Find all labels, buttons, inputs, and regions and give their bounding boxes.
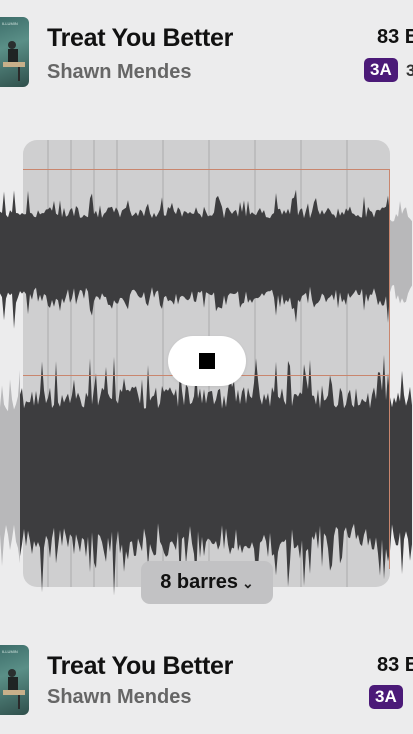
album-art: ILLUMIN	[0, 17, 29, 87]
track-bpm: 83 B	[377, 26, 413, 48]
bars-label: 8 barres	[160, 571, 239, 593]
svg-text:ILLUMIN: ILLUMIN	[2, 21, 18, 26]
stop-icon	[199, 353, 215, 369]
waveform-band	[20, 354, 412, 595]
chevron-down-icon: ⌄	[242, 575, 254, 591]
waveform-band	[390, 201, 412, 304]
album-art: ILLUMIN	[0, 645, 29, 715]
svg-text:ILLUMIN: ILLUMIN	[2, 649, 18, 654]
key-badge-trailing: 3	[406, 61, 413, 80]
track-title: Treat You Better	[47, 24, 233, 52]
track-artist: Shawn Mendes	[47, 686, 192, 708]
track-row[interactable]: ILLUMIN Treat You Better Shawn Mendes 83…	[0, 0, 413, 87]
track-title: Treat You Better	[47, 652, 233, 680]
key-badge: 3A	[364, 58, 398, 82]
waveform-area[interactable]	[0, 135, 413, 595]
stop-button[interactable]	[168, 336, 246, 386]
bars-selector[interactable]: 8 barres ⌄	[141, 561, 273, 604]
waveform-band	[0, 370, 20, 567]
track-row[interactable]: ILLUMIN Treat You Better Shawn Mendes 83…	[0, 630, 413, 715]
key-badge: 3A	[369, 685, 403, 709]
track-bpm: 83 B	[377, 654, 413, 676]
track-artist: Shawn Mendes	[47, 61, 192, 83]
waveform-band	[0, 189, 390, 329]
